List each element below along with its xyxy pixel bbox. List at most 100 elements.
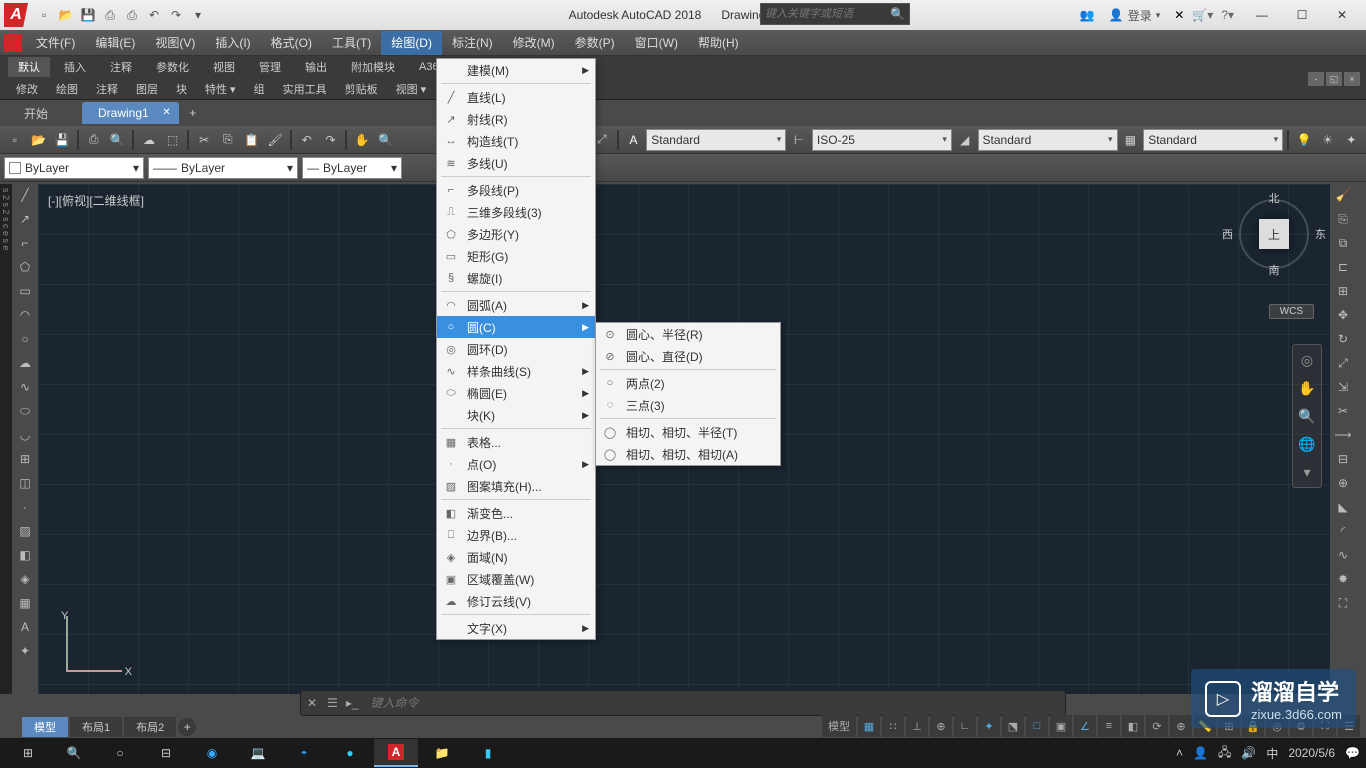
menu-item[interactable]: ◠圆弧(A)▶ [437, 294, 595, 316]
search-box[interactable]: 🔍 [760, 3, 910, 25]
app1-icon[interactable]: ◉ [190, 739, 234, 767]
zoom-icon[interactable]: 🔍 [375, 129, 397, 151]
zoom-extents-icon[interactable]: 🔍 [1296, 405, 1318, 427]
command-line[interactable]: ✕ ☰ ▸_ [300, 690, 1066, 716]
viewcube-north[interactable]: 北 [1269, 190, 1280, 206]
add-layout-button[interactable]: + [178, 718, 196, 736]
submenu-item[interactable]: ○两点(2) [596, 372, 780, 394]
doc-tab-drawing1[interactable]: Drawing1✕ [82, 102, 179, 124]
layout-2[interactable]: 布局2 [124, 717, 176, 737]
polar-toggle-icon[interactable]: ✦ [978, 715, 1000, 737]
menu-edit[interactable]: 编辑(E) [85, 31, 145, 55]
ortho-toggle-icon[interactable]: ∟ [954, 715, 976, 737]
minimize-button[interactable]: — [1242, 2, 1282, 28]
preview-icon[interactable]: 🔍 [107, 129, 129, 151]
menu-item[interactable]: ⎕边界(B)... [437, 524, 595, 546]
new-file-icon[interactable]: ▫ [4, 129, 26, 151]
submenu-item[interactable]: ⊘圆心、直径(D) [596, 345, 780, 367]
menu-item[interactable]: ○圆(C)▶ [437, 316, 595, 338]
panel-block[interactable]: 块 [168, 79, 195, 99]
polyline-icon[interactable]: ⌐ [14, 232, 36, 254]
stretch-icon[interactable]: ⇲ [1332, 376, 1354, 398]
annomonitor-icon[interactable]: ⊕ [1170, 715, 1192, 737]
open-file-icon[interactable]: 📂 [28, 129, 50, 151]
tablestyle-combo[interactable]: Standard▾ [1143, 129, 1283, 151]
lightbulb-icon[interactable]: 💡 [1293, 129, 1315, 151]
system-menu-icon[interactable] [4, 34, 22, 52]
circle-icon[interactable]: ○ [14, 328, 36, 350]
addselected-icon[interactable]: ✦ [14, 640, 36, 662]
offset-icon[interactable]: ⊏ [1332, 256, 1354, 278]
linetype-combo[interactable]: —— ByLayer▾ [148, 157, 298, 179]
menu-view[interactable]: 视图(V) [145, 31, 205, 55]
lineweight-toggle-icon[interactable]: ≡ [1098, 715, 1120, 737]
redo-icon[interactable]: ↷ [320, 129, 342, 151]
mtext-icon[interactable]: A [14, 616, 36, 638]
menu-item[interactable]: 建模(M)▶ [437, 59, 595, 81]
arc-icon[interactable]: ◠ [14, 304, 36, 326]
rtab-view[interactable]: 视图 [203, 57, 245, 77]
pan-nav-icon[interactable]: ✋ [1296, 377, 1318, 399]
menu-tools[interactable]: 工具(T) [322, 31, 381, 55]
submenu-item[interactable]: ◯相切、相切、半径(T) [596, 421, 780, 443]
menu-item[interactable]: ⬭椭圆(E)▶ [437, 382, 595, 404]
rtab-addins[interactable]: 附加模块 [341, 57, 405, 77]
search-input[interactable] [765, 8, 890, 20]
menu-parametric[interactable]: 参数(P) [565, 31, 625, 55]
table-icon[interactable]: ▦ [14, 592, 36, 614]
menu-item[interactable]: §螺旋(I) [437, 267, 595, 289]
notifications-icon[interactable]: 💬 [1345, 746, 1360, 760]
trim-icon[interactable]: ✂ [1332, 400, 1354, 422]
menu-item[interactable]: ☁修订云线(V) [437, 590, 595, 612]
menu-item[interactable]: ⌐多段线(P) [437, 179, 595, 201]
fillet-icon[interactable]: ◜ [1332, 520, 1354, 542]
tab-close-icon[interactable]: ✕ [162, 107, 170, 118]
menu-window[interactable]: 窗口(W) [625, 31, 688, 55]
mleaderstyle-combo[interactable]: Standard▾ [978, 129, 1118, 151]
mleader-icon[interactable]: ◢ [954, 129, 976, 151]
panel-props[interactable]: 特性 ▾ [197, 79, 244, 99]
help-icon[interactable]: ?▾ [1221, 8, 1234, 22]
menu-draw[interactable]: 绘图(D) [381, 31, 442, 55]
open-icon[interactable]: 📂 [56, 5, 76, 25]
orbit-icon[interactable]: 🌐 [1296, 433, 1318, 455]
line-icon[interactable]: ╱ [14, 184, 36, 206]
doc-minimize-button[interactable]: - [1308, 72, 1324, 86]
rtab-output[interactable]: 输出 [295, 57, 337, 77]
viewcube-east[interactable]: 东 [1315, 226, 1326, 242]
viewcube-ring[interactable] [1239, 199, 1309, 269]
ucs-icon[interactable]: Y X [58, 614, 128, 684]
menu-item[interactable]: ╱直线(L) [437, 86, 595, 108]
steering-wheel-icon[interactable]: ◎ [1296, 349, 1318, 371]
panel-modify[interactable]: 修改 [8, 79, 46, 99]
lineweight-combo[interactable]: — ByLayer▾ [302, 157, 402, 179]
gradient-icon[interactable]: ◧ [14, 544, 36, 566]
erase-icon[interactable]: 🧹 [1332, 184, 1354, 206]
redo-icon[interactable]: ↷ [166, 5, 186, 25]
rotate-icon[interactable]: ↻ [1332, 328, 1354, 350]
login-button[interactable]: 👤 登录 ▾ [1103, 5, 1167, 26]
explode-icon[interactable]: ✸ [1332, 568, 1354, 590]
grid-toggle-icon[interactable]: ▦ [858, 715, 880, 737]
infer-toggle-icon[interactable]: ⊥ [906, 715, 928, 737]
plot-icon[interactable]: ⎙ [83, 129, 105, 151]
clock-date[interactable]: 2020/5/6 [1288, 746, 1335, 760]
app3-icon[interactable]: ◓ [282, 739, 326, 767]
cortana-icon[interactable]: ○ [98, 739, 142, 767]
menu-help[interactable]: 帮助(H) [688, 31, 749, 55]
people-icon[interactable]: 👤 [1193, 746, 1208, 760]
tablestyle-icon[interactable]: ▦ [1120, 129, 1142, 151]
viewcube[interactable]: 上 北 南 东 西 [1234, 194, 1314, 274]
status-model[interactable]: 模型 [822, 715, 856, 737]
matchprop-icon[interactable]: 🖌 [264, 129, 286, 151]
panel-clipboard[interactable]: 剪贴板 [337, 79, 386, 99]
search-taskbar-icon[interactable]: 🔍 [52, 739, 96, 767]
add-tab-button[interactable]: + [183, 103, 203, 123]
submenu-item[interactable]: ⊙圆心、半径(R) [596, 323, 780, 345]
color-combo[interactable]: ByLayer▾ [4, 157, 144, 179]
autocad-taskbar-icon[interactable]: A [374, 739, 418, 767]
ellipsearc-icon[interactable]: ◡ [14, 424, 36, 446]
explorer-icon[interactable]: 📁 [420, 739, 464, 767]
ime-icon[interactable]: 中 [1266, 745, 1278, 762]
menu-item[interactable]: 文字(X)▶ [437, 617, 595, 639]
